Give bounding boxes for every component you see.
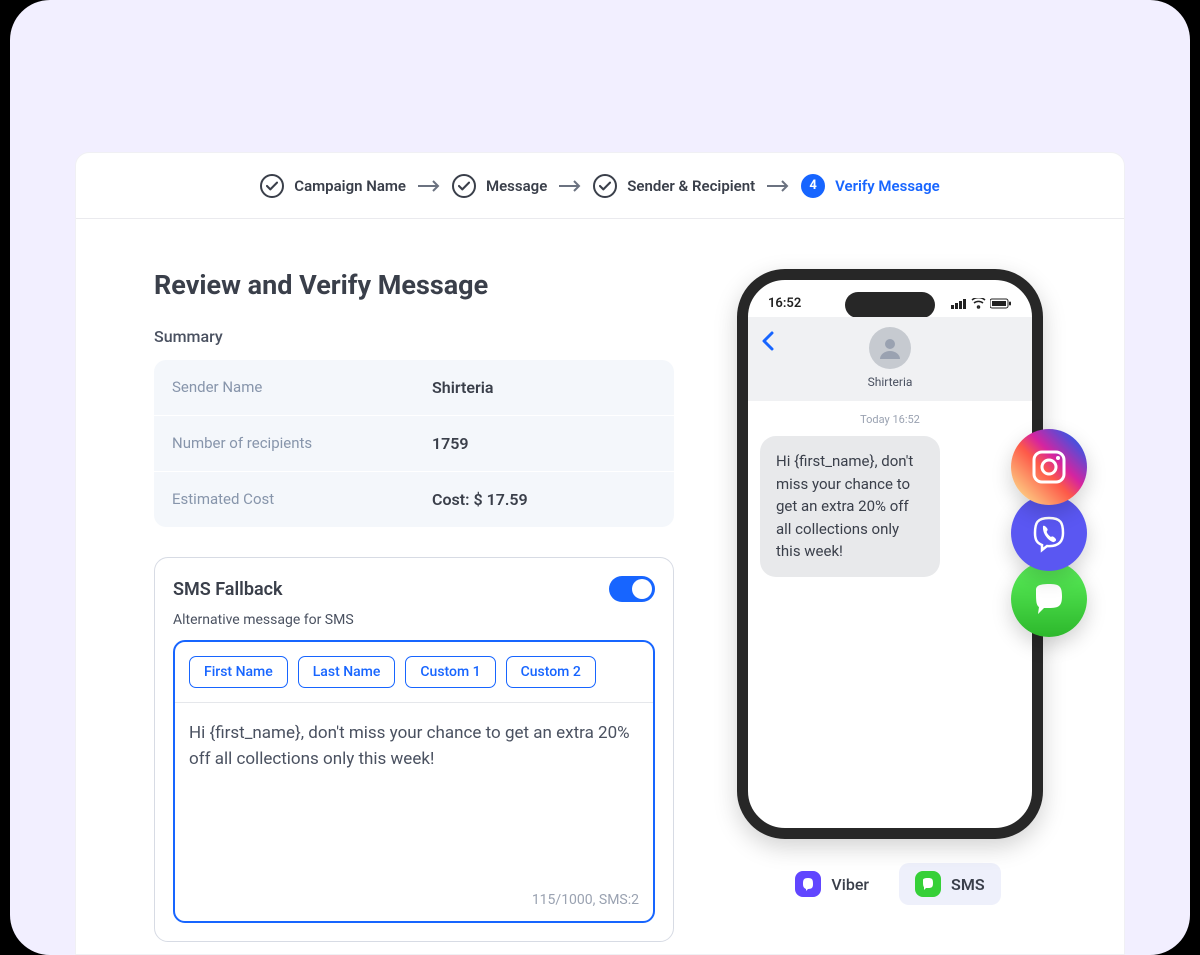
page-title: Review and Verify Message xyxy=(154,269,674,301)
chip-first-name[interactable]: First Name xyxy=(189,656,288,688)
fallback-header: SMS Fallback xyxy=(173,576,655,602)
step-label: Message xyxy=(486,177,547,195)
step-label: Campaign Name xyxy=(294,177,406,195)
phone-time: 16:52 xyxy=(768,296,801,311)
viber-icon[interactable] xyxy=(1011,495,1087,571)
fallback-editor: First Name Last Name Custom 1 Custom 2 H… xyxy=(173,640,655,923)
phone-status-icons xyxy=(951,296,1012,311)
arrow-icon xyxy=(765,179,791,193)
summary-value: Cost: $ 17.59 xyxy=(414,472,674,527)
message-bubble: Hi {first_name}, don't miss your chance … xyxy=(760,436,940,577)
content-area: Review and Verify Message Summary Sender… xyxy=(76,219,1124,942)
stepper: Campaign Name Message Sender & Recipient… xyxy=(76,153,1124,219)
wifi-icon xyxy=(971,298,986,309)
summary-heading: Summary xyxy=(154,327,674,346)
phone-body: Today 16:52 Hi {first_name}, don't miss … xyxy=(748,401,1032,589)
preview-column: 16:52 xyxy=(734,269,1046,942)
check-icon xyxy=(260,174,284,198)
step-sender-recipient[interactable]: Sender & Recipient xyxy=(593,174,755,198)
phone-notch xyxy=(845,292,935,318)
sms-fallback-card: SMS Fallback Alternative message for SMS… xyxy=(154,557,674,942)
channel-option-viber[interactable]: Viber xyxy=(779,863,885,905)
preview-sender-name: Shirteria xyxy=(748,375,1032,389)
window-frame-inner: Campaign Name Message Sender & Recipient… xyxy=(10,0,1190,955)
fallback-toggle[interactable] xyxy=(609,576,655,602)
check-icon xyxy=(593,174,617,198)
placeholder-chips: First Name Last Name Custom 1 Custom 2 xyxy=(175,642,653,703)
viber-mini-icon xyxy=(795,871,821,897)
check-icon xyxy=(452,174,476,198)
summary-row: Sender Name Shirteria xyxy=(154,360,674,416)
fallback-subtitle: Alternative message for SMS xyxy=(173,612,655,628)
summary-row: Number of recipients 1759 xyxy=(154,416,674,472)
step-label: Sender & Recipient xyxy=(627,177,755,195)
fallback-message-text: Hi {first_name}, don't miss your chance … xyxy=(189,723,630,769)
summary-label: Number of recipients xyxy=(154,416,414,471)
summary-value: 1759 xyxy=(414,416,674,471)
avatar-icon xyxy=(869,327,911,369)
fallback-title: SMS Fallback xyxy=(173,579,283,600)
summary-label: Estimated Cost xyxy=(154,472,414,527)
instagram-icon[interactable] xyxy=(1011,429,1087,505)
sms-mini-icon xyxy=(915,871,941,897)
main-panel: Campaign Name Message Sender & Recipient… xyxy=(75,152,1125,955)
step-campaign-name[interactable]: Campaign Name xyxy=(260,174,406,198)
step-label: Verify Message xyxy=(835,177,940,195)
back-icon[interactable] xyxy=(762,331,774,355)
summary-table: Sender Name Shirteria Number of recipien… xyxy=(154,360,674,527)
summary-value: Shirteria xyxy=(414,360,674,415)
channel-option-label: SMS xyxy=(951,875,985,894)
signal-icon xyxy=(951,298,967,309)
message-timestamp: Today 16:52 xyxy=(760,413,1020,426)
step-verify-message[interactable]: 4 Verify Message xyxy=(801,174,940,198)
review-column: Review and Verify Message Summary Sender… xyxy=(154,269,674,942)
step-number-icon: 4 xyxy=(801,174,825,198)
phone-sender-header: Shirteria xyxy=(748,317,1032,401)
channel-option-label: Viber xyxy=(831,875,869,894)
channel-selector: Viber SMS xyxy=(779,863,1000,905)
fallback-textarea[interactable]: Hi {first_name}, don't miss your chance … xyxy=(175,703,653,921)
summary-label: Sender Name xyxy=(154,360,414,415)
chip-custom-1[interactable]: Custom 1 xyxy=(405,656,495,688)
chip-last-name[interactable]: Last Name xyxy=(298,656,396,688)
char-counter: 115/1000, SMS:2 xyxy=(532,890,639,911)
summary-row: Estimated Cost Cost: $ 17.59 xyxy=(154,472,674,527)
arrow-icon xyxy=(416,179,442,193)
side-channel-stack xyxy=(1011,429,1087,637)
chip-custom-2[interactable]: Custom 2 xyxy=(506,656,596,688)
channel-option-sms[interactable]: SMS xyxy=(899,863,1001,905)
sms-icon[interactable] xyxy=(1011,561,1087,637)
phone-preview: 16:52 xyxy=(737,269,1043,839)
battery-icon xyxy=(990,298,1012,309)
arrow-icon xyxy=(557,179,583,193)
step-message[interactable]: Message xyxy=(452,174,547,198)
